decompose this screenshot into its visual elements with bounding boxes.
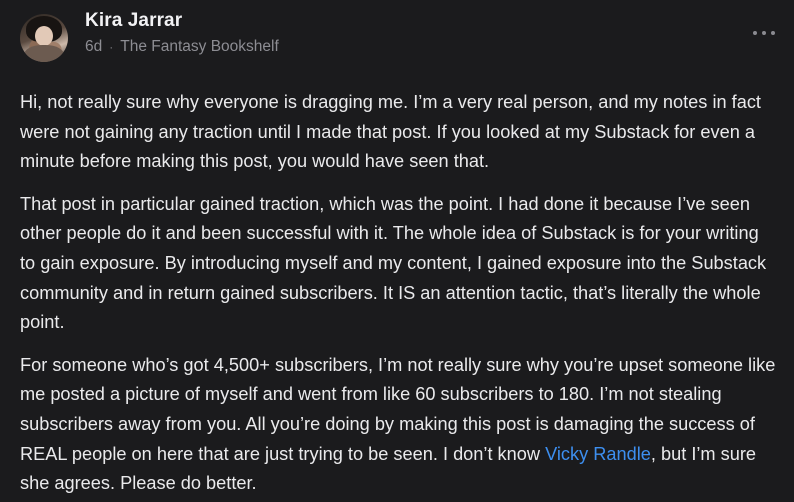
more-dot xyxy=(753,31,757,35)
author-avatar[interactable] xyxy=(20,14,68,62)
more-dot xyxy=(771,31,775,35)
meta-separator: · xyxy=(109,40,114,54)
avatar-body xyxy=(24,45,64,62)
publication-name[interactable]: The Fantasy Bookshelf xyxy=(120,38,279,56)
note-paragraph-3: For someone who’s got 4,500+ subscribers… xyxy=(20,351,778,499)
note-card: Kira Jarrar 6d · The Fantasy Bookshelf H… xyxy=(0,0,794,502)
more-horizontal-icon[interactable] xyxy=(753,28,775,38)
more-dot xyxy=(762,31,766,35)
note-paragraph-1: Hi, not really sure why everyone is drag… xyxy=(20,92,761,172)
note-paragraph-2: That post in particular gained traction,… xyxy=(20,193,767,333)
user-mention-link[interactable]: Vicky Randle xyxy=(545,444,651,464)
author-name[interactable]: Kira Jarrar xyxy=(85,10,182,32)
note-body: Hi, not really sure why everyone is drag… xyxy=(20,88,778,502)
post-age[interactable]: 6d xyxy=(85,38,102,56)
post-meta: 6d · The Fantasy Bookshelf xyxy=(85,38,279,56)
avatar-face xyxy=(35,26,53,46)
